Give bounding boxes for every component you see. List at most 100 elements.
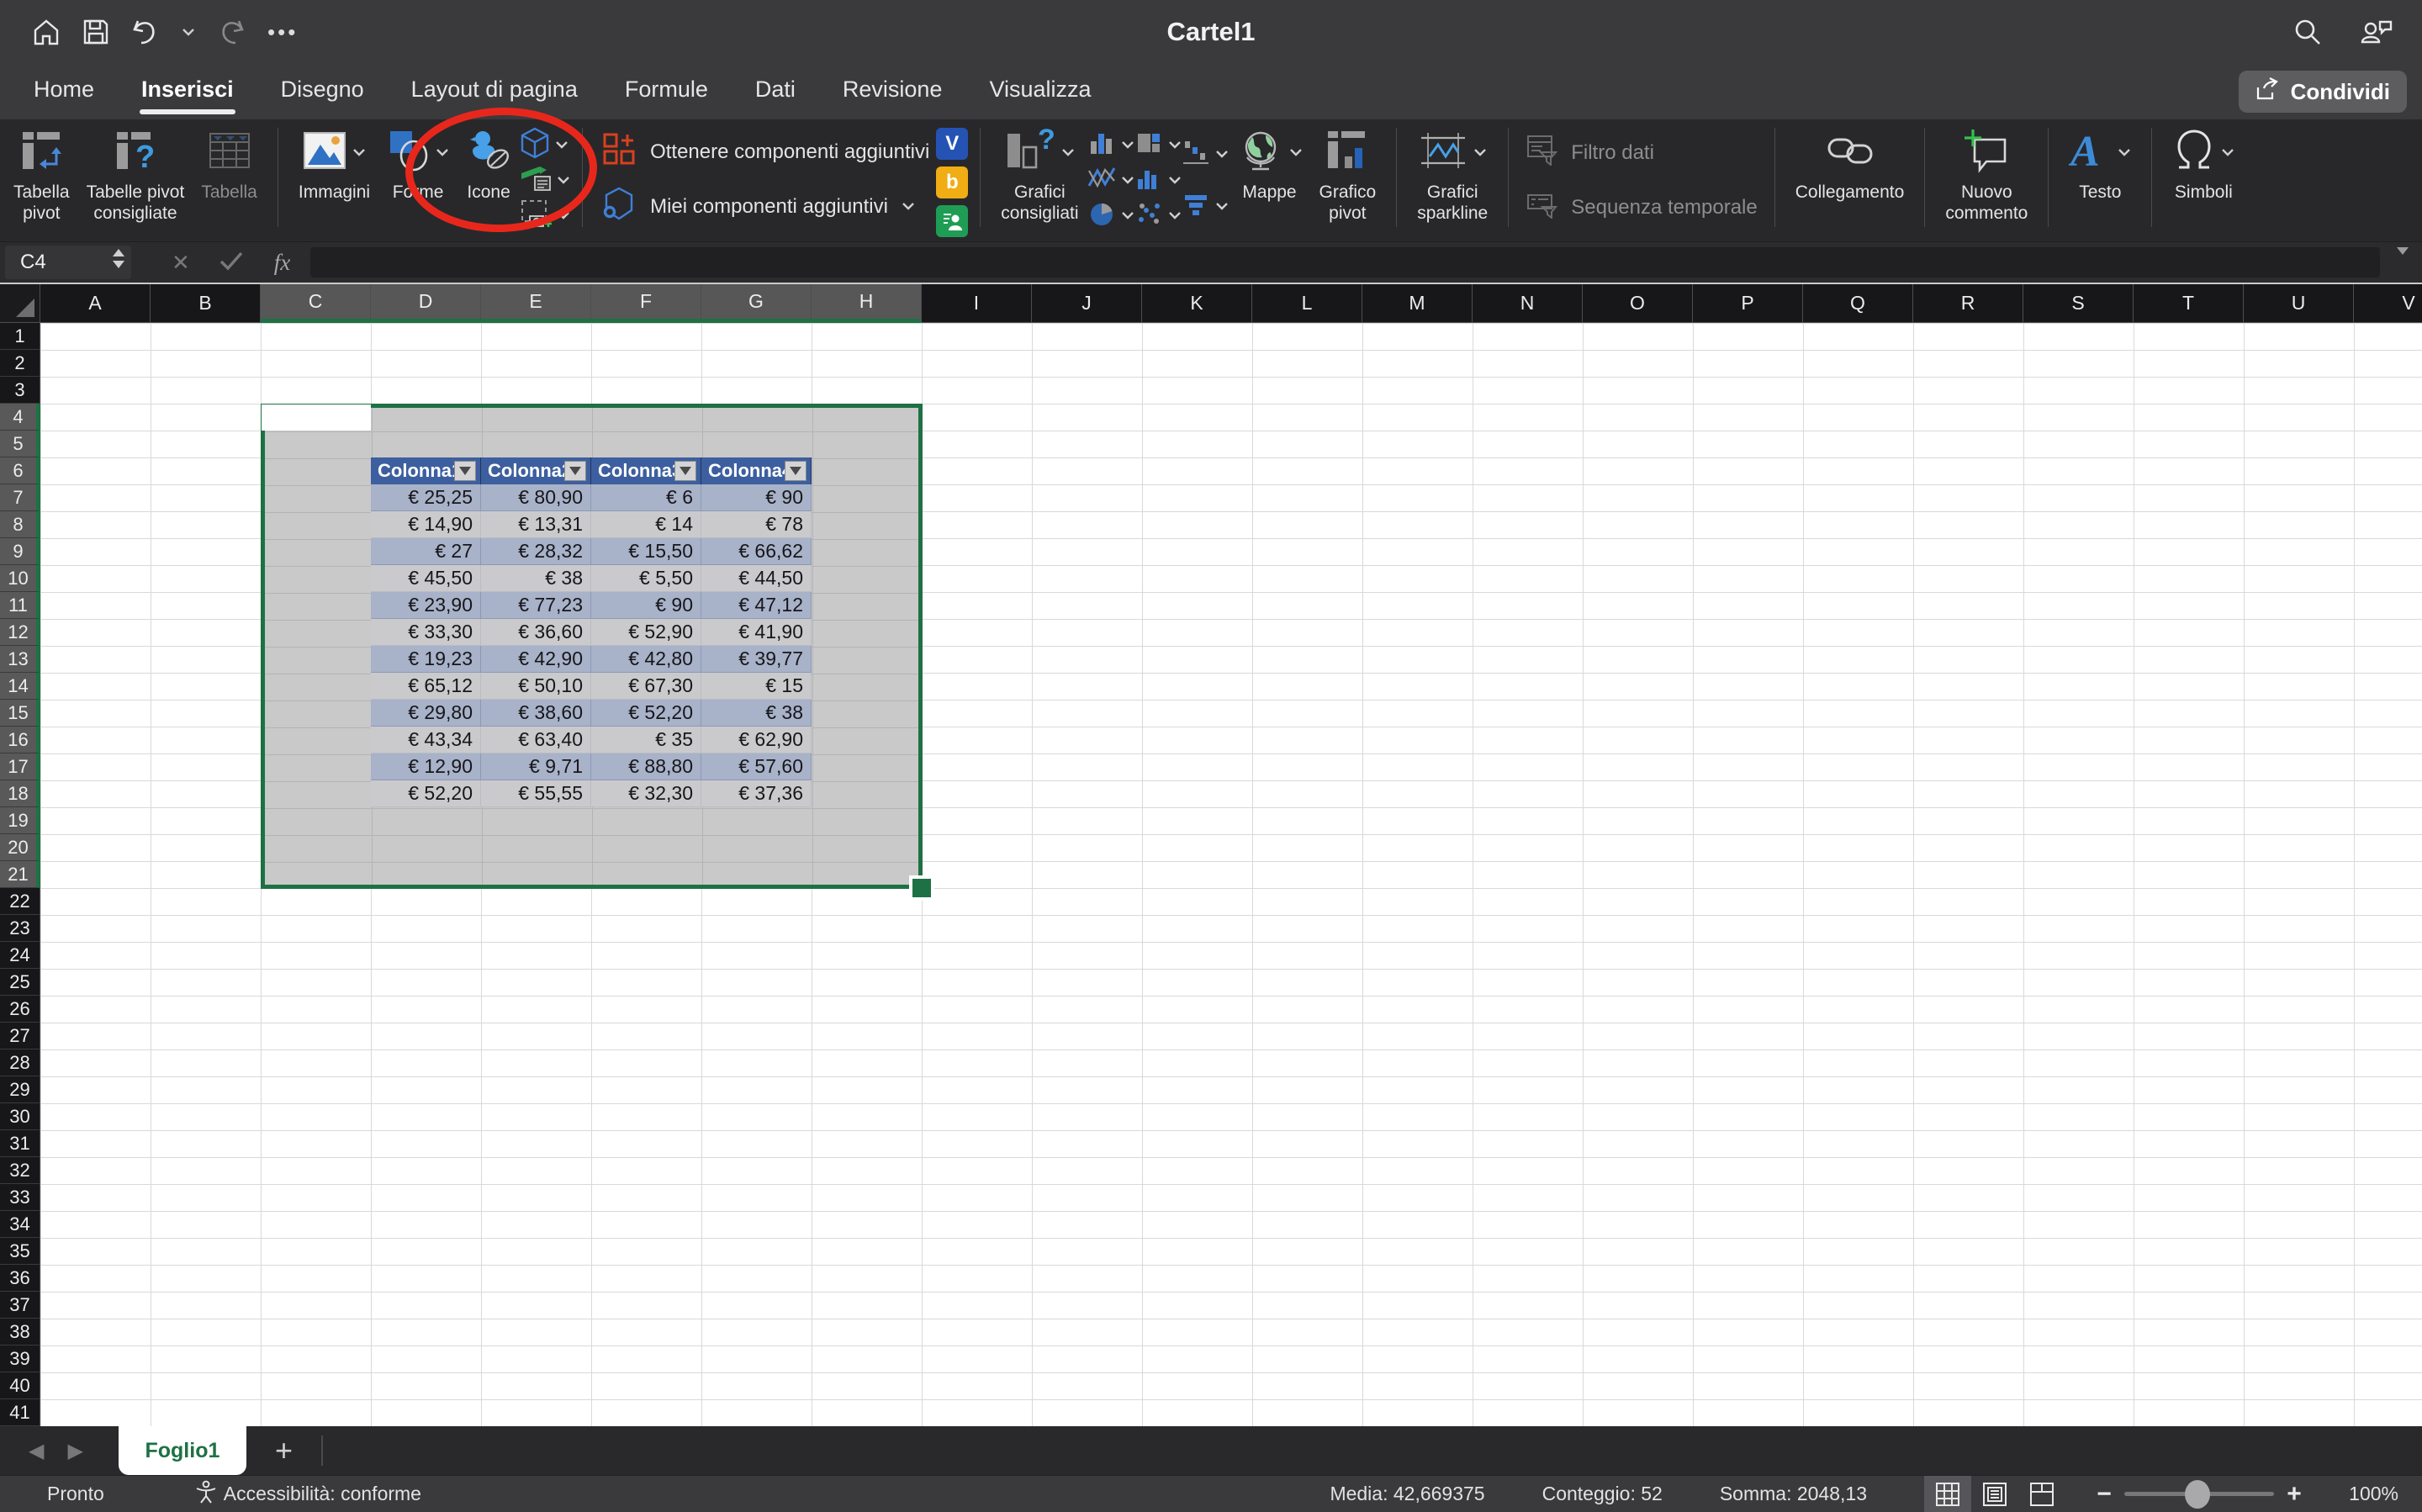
row-header-17[interactable]: 17: [0, 753, 40, 780]
table-cell[interactable]: € 57,60: [701, 753, 812, 780]
table-cell[interactable]: € 37,36: [701, 780, 812, 807]
column-header-F[interactable]: F: [591, 284, 701, 323]
pie-chart-button[interactable]: [1087, 198, 1134, 232]
column-header-Q[interactable]: Q: [1803, 284, 1913, 323]
filter-button[interactable]: [674, 461, 696, 481]
row-header-19[interactable]: 19: [0, 807, 40, 834]
table-cell[interactable]: € 15,50: [591, 538, 701, 565]
shapes-button[interactable]: Forme: [378, 124, 457, 203]
table-cell[interactable]: € 88,80: [591, 753, 701, 780]
row-header-37[interactable]: 37: [0, 1292, 40, 1319]
column-header-M[interactable]: M: [1362, 284, 1473, 323]
table-cell[interactable]: € 52,20: [591, 700, 701, 727]
line-chart-button[interactable]: [1087, 163, 1134, 197]
column-header-D[interactable]: D: [371, 284, 481, 323]
table-header-colonna1[interactable]: Colonna1: [371, 457, 481, 484]
table-cell[interactable]: € 62,90: [701, 727, 812, 753]
row-header-18[interactable]: 18: [0, 780, 40, 807]
row-header-2[interactable]: 2: [0, 350, 40, 377]
table-cell[interactable]: € 19,23: [371, 646, 481, 673]
table-cell[interactable]: € 52,20: [371, 780, 481, 807]
people-chat-icon[interactable]: [2360, 17, 2393, 47]
new-comment-button[interactable]: Nuovo commento: [1937, 124, 2036, 224]
row-header-9[interactable]: 9: [0, 538, 40, 565]
histogram-chart-chevron[interactable]: [1168, 176, 1182, 185]
filter-button[interactable]: [785, 461, 806, 481]
sheet-nav-right-icon[interactable]: ▶: [67, 1439, 82, 1462]
select-all-corner[interactable]: [0, 284, 40, 323]
table-cell[interactable]: € 12,90: [371, 753, 481, 780]
add-sheet-button[interactable]: +: [275, 1433, 293, 1468]
row-header-10[interactable]: 10: [0, 565, 40, 592]
tab-home[interactable]: Home: [32, 68, 96, 116]
table-button[interactable]: Tabella: [193, 124, 266, 203]
row-header-11[interactable]: 11: [0, 592, 40, 619]
row-header-27[interactable]: 27: [0, 1023, 40, 1049]
table-cell[interactable]: € 33,30: [371, 619, 481, 646]
table-cell[interactable]: € 45,50: [371, 565, 481, 592]
visio-addin-icon[interactable]: V: [936, 128, 968, 160]
column-header-J[interactable]: J: [1032, 284, 1142, 323]
pie-chart-chevron[interactable]: [1121, 211, 1134, 220]
row-header-32[interactable]: 32: [0, 1157, 40, 1184]
tab-revisione[interactable]: Revisione: [841, 68, 944, 116]
filter-button[interactable]: [454, 461, 476, 481]
symbols-chevron[interactable]: [2221, 148, 2234, 157]
table-cell[interactable]: € 39,77: [701, 646, 812, 673]
row-header-30[interactable]: 30: [0, 1103, 40, 1130]
shapes-chevron[interactable]: [436, 148, 449, 157]
table-cell[interactable]: € 50,10: [481, 673, 591, 700]
sparklines-chevron[interactable]: [1473, 148, 1487, 157]
tab-dati[interactable]: Dati: [754, 68, 797, 116]
pictures-button[interactable]: Immagini: [290, 124, 378, 203]
worksheet-grid[interactable]: Colonna1Colonna2Colonna3Colonna4 € 25,25…: [0, 284, 2422, 1426]
active-cell-C4[interactable]: [262, 404, 371, 431]
recommended-pivot-button[interactable]: ? Tabelle pivot consigliate: [78, 124, 193, 224]
column-header-R[interactable]: R: [1913, 284, 2023, 323]
scatter-chart-chevron[interactable]: [1168, 211, 1182, 220]
row-header-36[interactable]: 36: [0, 1265, 40, 1292]
table-cell[interactable]: € 38,60: [481, 700, 591, 727]
row-header-28[interactable]: 28: [0, 1049, 40, 1076]
waterfall-chart-button[interactable]: [1182, 137, 1229, 171]
row-header-29[interactable]: 29: [0, 1076, 40, 1103]
page-break-view-button[interactable]: [2018, 1476, 2065, 1512]
column-header-I[interactable]: I: [922, 284, 1032, 323]
zoom-in-button[interactable]: +: [2277, 1480, 2311, 1509]
recommended-charts-chevron[interactable]: [1061, 148, 1075, 157]
row-header-14[interactable]: 14: [0, 673, 40, 700]
text-button[interactable]: A Testo: [2060, 124, 2139, 203]
text-chevron[interactable]: [2118, 148, 2131, 157]
3d-models-chevron[interactable]: [555, 140, 568, 150]
zoom-slider[interactable]: [2124, 1492, 2274, 1496]
row-header-38[interactable]: 38: [0, 1319, 40, 1345]
search-icon[interactable]: [2292, 17, 2323, 47]
page-layout-view-button[interactable]: [1971, 1476, 2018, 1512]
table-cell[interactable]: € 32,30: [591, 780, 701, 807]
table-cell[interactable]: € 43,34: [371, 727, 481, 753]
table-cell[interactable]: € 29,80: [371, 700, 481, 727]
row-header-20[interactable]: 20: [0, 834, 40, 861]
column-header-P[interactable]: P: [1693, 284, 1803, 323]
column-header-V[interactable]: V: [2354, 284, 2422, 323]
scatter-chart-button[interactable]: [1134, 198, 1182, 232]
row-header-39[interactable]: 39: [0, 1345, 40, 1372]
row-header-40[interactable]: 40: [0, 1372, 40, 1399]
row-header-22[interactable]: 22: [0, 888, 40, 915]
row-header-25[interactable]: 25: [0, 969, 40, 996]
sheet-tab-foglio1[interactable]: Foglio1: [119, 1426, 246, 1475]
filter-button[interactable]: [564, 461, 586, 481]
table-cell[interactable]: € 27: [371, 538, 481, 565]
maps-chevron[interactable]: [1289, 148, 1303, 157]
funnel-chart-chevron[interactable]: [1215, 202, 1229, 211]
table-cell[interactable]: € 42,90: [481, 646, 591, 673]
tab-layout-di-pagina[interactable]: Layout di pagina: [410, 68, 579, 116]
name-box[interactable]: C4: [5, 246, 131, 279]
row-header-8[interactable]: 8: [0, 511, 40, 538]
row-header-5[interactable]: 5: [0, 431, 40, 457]
column-header-B[interactable]: B: [151, 284, 261, 323]
sparklines-button[interactable]: Grafici sparkline: [1409, 124, 1496, 224]
column-header-H[interactable]: H: [812, 284, 922, 323]
line-chart-chevron[interactable]: [1121, 176, 1134, 185]
row-header-15[interactable]: 15: [0, 700, 40, 727]
